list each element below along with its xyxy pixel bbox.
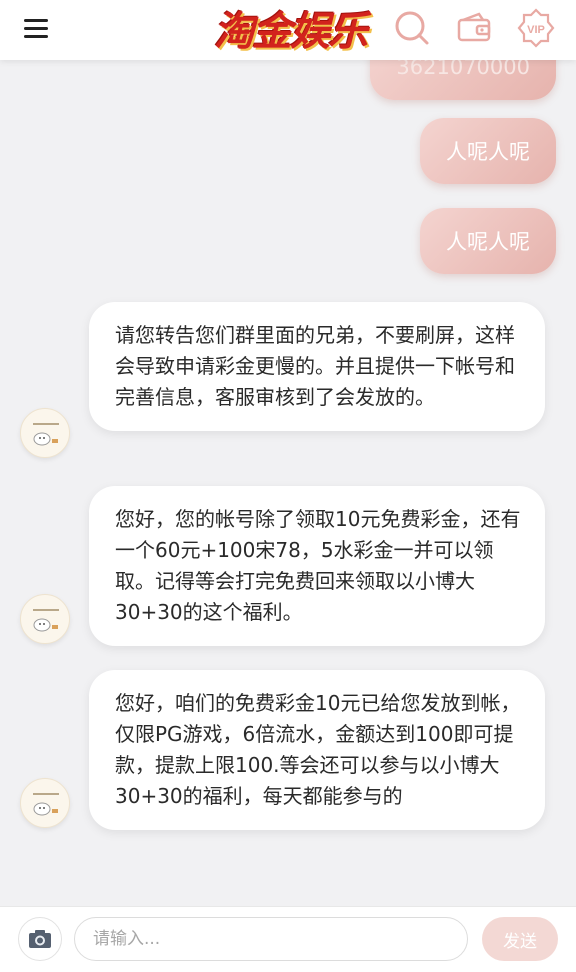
outgoing-message: 人呢人呢 (420, 208, 556, 274)
cat-avatar-icon (33, 609, 59, 632)
vip-icon[interactable]: VIP (516, 8, 556, 48)
message-text: 您好，咱们的免费彩金10元已给您发放到帐，仅限PG游戏，6倍流水，金额达到100… (115, 691, 521, 808)
top-header: 淘金娱乐 VIP (0, 0, 576, 60)
agent-avatar (20, 778, 70, 828)
outgoing-message: 3621070000 (370, 60, 556, 100)
message-text: 人呢人呢 (446, 230, 530, 254)
camera-icon[interactable] (18, 917, 62, 961)
brand-logo: 淘金娱乐 (210, 0, 370, 56)
chat-window[interactable]: 3621070000 人呢人呢 人呢人呢 请您转告您们群里面的兄弟，不要刷屏，这… (0, 60, 576, 906)
cat-avatar-icon (33, 423, 59, 446)
message-text: 您好，您的帐号除了领取10元免费彩金，还有一个60元+100宋78，5水彩金一并… (115, 507, 521, 624)
cat-avatar-icon (33, 793, 59, 816)
vip-label: VIP (527, 24, 545, 36)
message-input[interactable] (74, 917, 468, 961)
wallet-icon[interactable] (455, 8, 495, 48)
message-text: 请您转告您们群里面的兄弟，不要刷屏，这样会导致申请彩金更慢的。并且提供一下帐号和… (115, 323, 515, 409)
incoming-message: 请您转告您们群里面的兄弟，不要刷屏，这样会导致申请彩金更慢的。并且提供一下帐号和… (89, 302, 545, 431)
message-text: 3621070000 (396, 60, 530, 79)
send-button[interactable]: 发送 (482, 917, 558, 961)
logo-text: 淘金娱乐 (214, 8, 368, 55)
menu-icon[interactable] (22, 14, 52, 44)
outgoing-message: 人呢人呢 (420, 118, 556, 184)
search-icon[interactable] (392, 8, 432, 48)
message-text: 人呢人呢 (446, 140, 530, 164)
agent-avatar (20, 594, 70, 644)
incoming-message: 您好，咱们的免费彩金10元已给您发放到帐，仅限PG游戏，6倍流水，金额达到100… (89, 670, 545, 830)
message-input-bar: 发送 (0, 906, 576, 972)
agent-avatar (20, 408, 70, 458)
incoming-message: 您好，您的帐号除了领取10元免费彩金，还有一个60元+100宋78，5水彩金一并… (89, 486, 545, 646)
